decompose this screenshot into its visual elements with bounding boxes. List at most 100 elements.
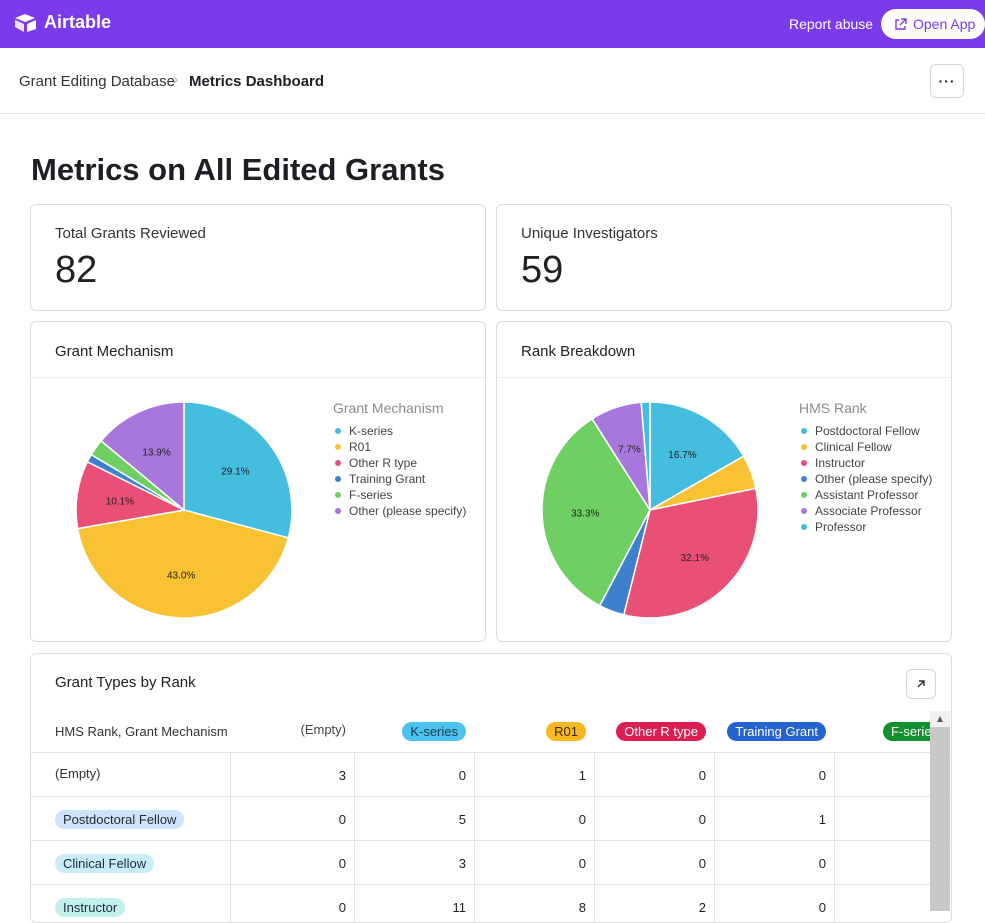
legend-label: Training Grant xyxy=(349,472,426,486)
top-bar: Airtable Report abuse Open App xyxy=(0,0,985,48)
more-options-button[interactable]: ··· xyxy=(930,64,964,98)
column-divider xyxy=(230,752,231,922)
legend-label: K-series xyxy=(349,424,394,438)
column-divider xyxy=(834,752,835,922)
legend-item: F-series xyxy=(335,488,392,502)
expand-button[interactable] xyxy=(906,669,936,699)
table-cell[interactable]: 0 xyxy=(236,856,346,871)
grant-types-table-card: Grant Types by Rank HMS Rank, Grant Mech… xyxy=(30,653,952,923)
open-app-button[interactable]: Open App xyxy=(881,9,985,39)
legend-dot xyxy=(335,460,341,466)
page-title: Metrics on All Edited Grants xyxy=(31,152,445,187)
pie-slice-label: 10.1% xyxy=(106,497,134,508)
breadcrumb: Grant Editing Database › Metrics Dashboa… xyxy=(0,48,985,114)
legend-item: R01 xyxy=(335,440,371,454)
legend-item: K-series xyxy=(335,424,393,438)
table-cell[interactable]: 5 xyxy=(356,812,466,827)
legend-dot xyxy=(335,492,341,498)
table-cell[interactable]: 3 xyxy=(236,768,346,783)
stat-value: 59 xyxy=(521,249,564,291)
legend-dot xyxy=(335,444,341,450)
legend-item: Training Grant xyxy=(335,472,425,486)
table-cell[interactable]: 0 xyxy=(596,768,706,783)
airtable-logo[interactable]: Airtable xyxy=(14,12,111,33)
table-cell[interactable]: 0 xyxy=(716,768,826,783)
legend-dot xyxy=(801,476,807,482)
table-cell[interactable]: 0 xyxy=(476,812,586,827)
report-abuse-link[interactable]: Report abuse xyxy=(789,16,873,32)
column-header[interactable]: R01 xyxy=(446,722,586,741)
row-label-text: Clinical Fellow xyxy=(55,854,155,873)
column-header[interactable]: Other R type xyxy=(566,722,706,741)
legend-dot xyxy=(335,508,341,514)
table-row-label[interactable]: Clinical Fellow xyxy=(55,854,155,873)
table-cell[interactable]: 3 xyxy=(356,856,466,871)
table-cell[interactable]: 1 xyxy=(476,768,586,783)
legend-item: Clinical Fellow xyxy=(801,440,892,454)
stat-label: Total Grants Reviewed xyxy=(55,225,206,242)
table-cell[interactable]: 8 xyxy=(476,900,586,915)
legend-item: Instructor xyxy=(801,456,865,470)
column-header[interactable]: K-series xyxy=(326,722,466,741)
legend-label: Other R type xyxy=(349,456,418,470)
pie-slice-label: 7.7% xyxy=(618,445,641,456)
table-cell[interactable]: 0 xyxy=(236,900,346,915)
breadcrumb-current: Metrics Dashboard xyxy=(189,73,325,90)
table-cell[interactable]: 0 xyxy=(596,856,706,871)
legend-label: Assistant Professor xyxy=(815,488,919,502)
column-divider xyxy=(354,752,355,922)
row-label-text: Postdoctoral Fellow xyxy=(55,810,185,829)
legend-label: Associate Professor xyxy=(815,504,922,518)
legend-dot xyxy=(801,524,807,530)
scroll-up-arrow-icon[interactable]: ▲ xyxy=(930,711,950,727)
table-corner-label: HMS Rank, Grant Mechanism xyxy=(55,724,228,739)
table-cell[interactable]: 0 xyxy=(476,856,586,871)
stat-card-grants: Total Grants Reviewed 82 xyxy=(30,204,486,311)
open-app-label: Open App xyxy=(913,16,976,32)
legend-title: HMS Rank xyxy=(799,400,867,416)
table-cell[interactable]: 0 xyxy=(356,768,466,783)
table-cell[interactable]: 1 xyxy=(716,812,826,827)
column-header[interactable]: F-series xyxy=(806,722,946,741)
table-cell[interactable]: 11 xyxy=(356,900,467,915)
more-icon: ··· xyxy=(938,73,956,89)
table-row-label[interactable]: Postdoctoral Fellow xyxy=(55,810,185,829)
legend-label: Professor xyxy=(815,520,867,534)
table-scrollbar[interactable] xyxy=(930,711,950,911)
legend-label: Instructor xyxy=(815,456,866,470)
legend-label: Other (please specify) xyxy=(815,472,933,486)
external-link-icon xyxy=(895,17,907,30)
legend-item: Assistant Professor xyxy=(801,488,918,502)
column-header[interactable]: (Empty) xyxy=(206,722,347,737)
legend-label: Postdoctoral Fellow xyxy=(815,424,920,438)
legend-item: Other R type xyxy=(335,456,417,470)
legend-label: R01 xyxy=(349,440,372,454)
legend-item: Professor xyxy=(801,520,866,534)
stat-value: 82 xyxy=(55,249,98,291)
table-cell[interactable]: 0 xyxy=(236,812,346,827)
legend-title: Grant Mechanism xyxy=(333,400,444,416)
table-row-label[interactable]: (Empty) xyxy=(55,766,101,781)
row-label-text: Instructor xyxy=(55,898,126,917)
table-header-divider xyxy=(31,752,951,753)
chevron-right-icon: › xyxy=(173,71,178,88)
legend-item: Associate Professor xyxy=(801,504,922,518)
table-row-label[interactable]: Instructor xyxy=(55,898,126,917)
pie-slice-label: 16.7% xyxy=(668,450,696,461)
table-cell[interactable]: 0 xyxy=(596,812,706,827)
table-cell[interactable]: 0 xyxy=(716,856,826,871)
legend-dot xyxy=(335,428,341,434)
table-title: Grant Types by Rank xyxy=(55,674,196,691)
legend-dot xyxy=(801,460,807,466)
table-row-divider xyxy=(31,796,951,797)
table-cell[interactable]: 0 xyxy=(716,900,826,915)
legend-label: Other (please specify) xyxy=(349,504,467,518)
stat-card-investigators: Unique Investigators 59 xyxy=(496,204,952,311)
table-cell[interactable]: 2 xyxy=(596,900,706,915)
column-divider xyxy=(594,752,595,922)
column-header[interactable]: Training Grant xyxy=(686,722,826,741)
legend-label: F-series xyxy=(349,488,393,502)
column-divider xyxy=(474,752,475,922)
breadcrumb-base[interactable]: Grant Editing Database xyxy=(19,73,175,90)
legend-item: Other (please specify) xyxy=(801,472,932,486)
